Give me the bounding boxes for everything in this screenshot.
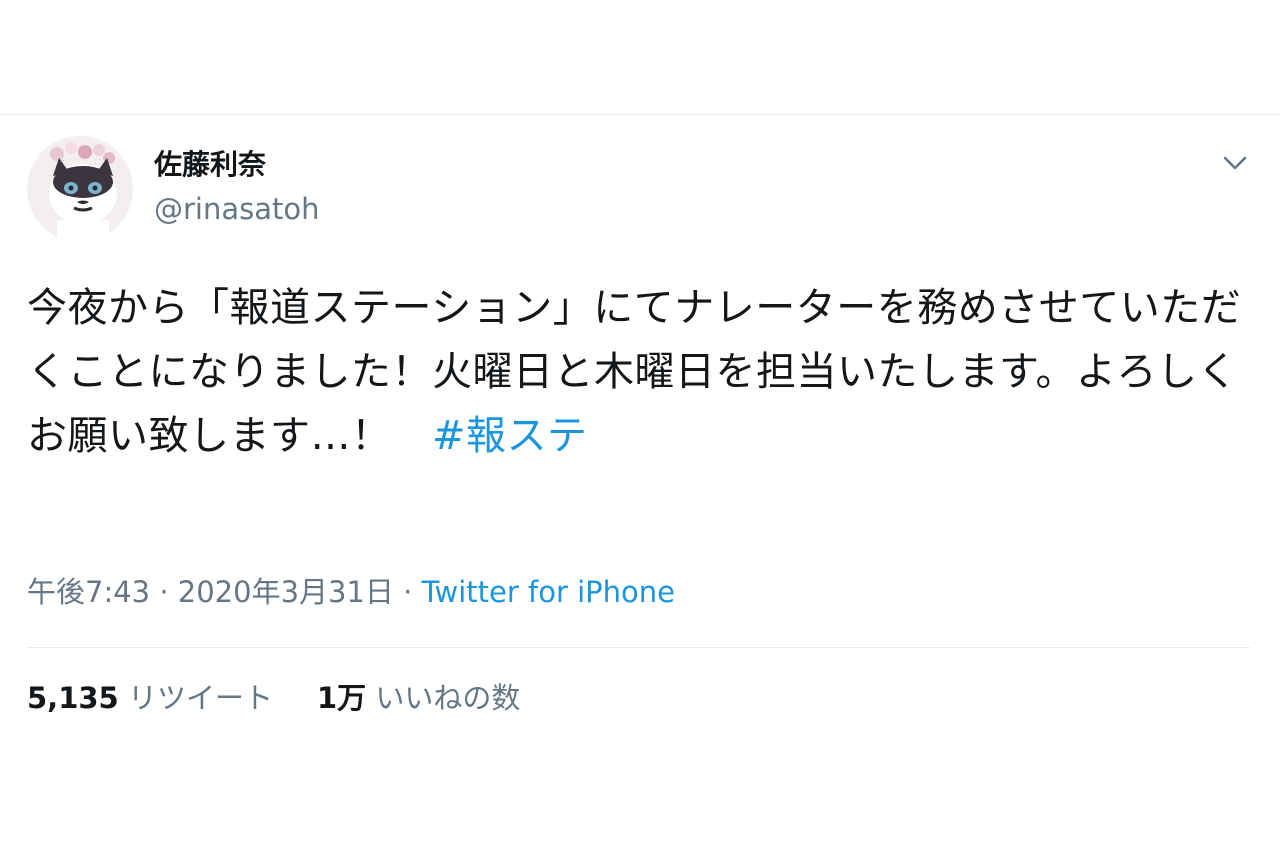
stats-divider bbox=[27, 647, 1250, 648]
likes-count: 1万 bbox=[316, 681, 367, 715]
likes-label: いいねの数 bbox=[375, 681, 521, 715]
tweet-timestamp[interactable]: 午後7:43 · 2020年3月31日 bbox=[27, 575, 394, 609]
retweets-label: リツイート bbox=[127, 681, 273, 715]
avatar-image bbox=[27, 136, 133, 242]
tweet-text-content: 今夜から「報道ステーション」にてナレーターを務めさせていただくことになりました！… bbox=[27, 285, 1242, 459]
retweets-count: 5,135 bbox=[27, 681, 119, 715]
author-handle[interactable]: @rinasatoh bbox=[154, 189, 320, 229]
tweet-stats: 5,135 リツイート 1万 いいねの数 bbox=[27, 678, 520, 718]
meta-separator: · bbox=[393, 575, 422, 609]
author-display-name[interactable]: 佐藤利奈 bbox=[154, 145, 266, 185]
hashtag-link[interactable]: #報ステ bbox=[432, 413, 588, 459]
tweet-page: 佐藤利奈 @rinasatoh 今夜から「報道ステーション」にてナレーターを務め… bbox=[0, 0, 1280, 864]
likes-stat[interactable]: 1万 いいねの数 bbox=[317, 681, 520, 715]
top-divider bbox=[0, 114, 1280, 115]
retweets-stat[interactable]: 5,135 リツイート bbox=[27, 681, 273, 715]
avatar[interactable] bbox=[27, 136, 133, 242]
chevron-down-icon[interactable] bbox=[1218, 146, 1252, 180]
tweet-meta: 午後7:43 · 2020年3月31日 · Twitter for iPhone bbox=[27, 572, 675, 612]
tweet-text: 今夜から「報道ステーション」にてナレーターを務めさせていただくことになりました！… bbox=[27, 276, 1242, 468]
tweet-source-link[interactable]: Twitter for iPhone bbox=[422, 575, 675, 609]
